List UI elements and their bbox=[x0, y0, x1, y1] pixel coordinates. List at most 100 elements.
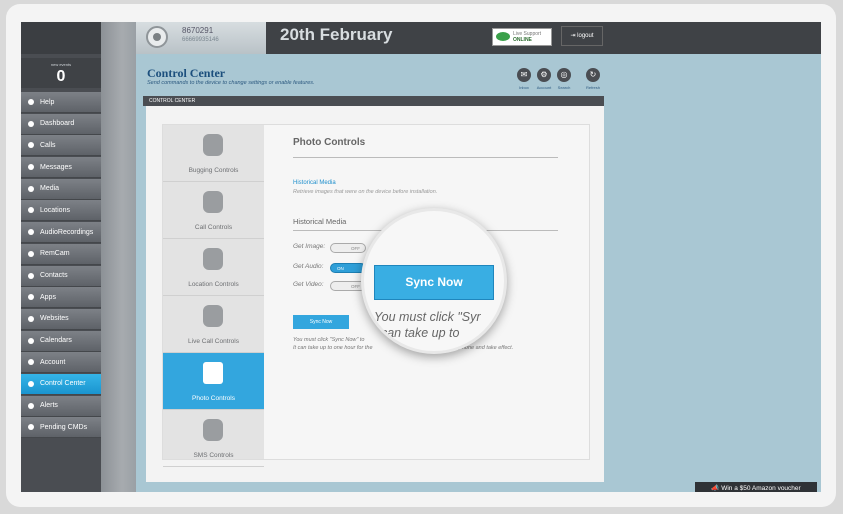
get-audio-label: Get Audio: bbox=[293, 263, 324, 270]
sidebar-gutter bbox=[101, 22, 136, 492]
sidebar-item-label: Locations bbox=[40, 206, 70, 214]
tab-bugging-controls[interactable]: Bugging Controls bbox=[163, 125, 264, 182]
rocket-icon bbox=[28, 120, 34, 127]
inbox-icon[interactable]: ✉ bbox=[517, 68, 531, 82]
sidebar-item-remcam[interactable]: RemCam bbox=[21, 243, 101, 265]
get-image-toggle[interactable]: OFF bbox=[330, 243, 366, 253]
tab-label: Bugging Controls bbox=[188, 167, 239, 174]
device-id-box: 8670291 66669935146 bbox=[136, 22, 266, 54]
voucher-text: Win a $50 Amazon voucher bbox=[721, 485, 801, 492]
events-counter[interactable]: new events 0 bbox=[21, 58, 101, 88]
sidebar-item-label: Control Center bbox=[40, 380, 86, 388]
events-label: new events bbox=[50, 62, 72, 67]
page-title: Control Center bbox=[147, 66, 226, 80]
panel-heading: Photo Controls bbox=[293, 137, 366, 148]
current-date: 20th February bbox=[280, 25, 393, 44]
map-pin-icon bbox=[28, 207, 34, 214]
events-count: 0 bbox=[56, 68, 66, 85]
sidebar-item-help[interactable]: Help bbox=[21, 92, 101, 113]
historical-media-heading: Historical Media bbox=[293, 217, 347, 226]
get-image-label: Get Image: bbox=[293, 243, 326, 250]
device-id: 8670291 bbox=[182, 26, 214, 35]
sidebar-nav: Help Dashboard Calls Messages Media Loca… bbox=[21, 92, 101, 439]
tab-label: Call Controls bbox=[194, 224, 233, 231]
divider bbox=[293, 157, 558, 158]
sidebar-item-contacts[interactable]: Contacts bbox=[21, 265, 101, 287]
magnified-note: You must click "Syr t can take up to bbox=[374, 309, 504, 341]
sidebar-item-label: Account bbox=[40, 358, 66, 366]
magnified-note-line1: You must click "Syr bbox=[374, 310, 481, 324]
sidebar-item-label: Websites bbox=[40, 315, 69, 323]
sync-note-line2: It can take up to one hour for the bbox=[293, 345, 373, 351]
search-icon[interactable]: ◎ bbox=[557, 68, 571, 82]
sidebar-item-label: Contacts bbox=[40, 272, 68, 279]
get-video-label: Get Video: bbox=[293, 281, 324, 288]
sidebar-item-label: Calendars bbox=[40, 337, 72, 345]
sidebar-item-account[interactable]: Account bbox=[21, 352, 101, 374]
control-tabs: Bugging Controls Call Controls Location … bbox=[163, 125, 264, 467]
sidebar-item-audiorecordings[interactable]: AudioRecordings bbox=[21, 222, 101, 244]
sidebar-item-apps[interactable]: Apps bbox=[21, 287, 101, 309]
historical-media-link[interactable]: Historical Media bbox=[293, 180, 336, 186]
help-icon bbox=[28, 99, 34, 105]
media-icon bbox=[28, 185, 34, 192]
user-icon bbox=[28, 359, 34, 366]
tab-sms-controls[interactable]: SMS Controls bbox=[163, 410, 264, 467]
gear-icon bbox=[28, 294, 34, 301]
sidebar-top bbox=[21, 22, 101, 54]
live-support-status: ONLINE bbox=[513, 37, 532, 43]
tab-label: Photo Controls bbox=[192, 395, 235, 402]
sidebar-item-label: Calls bbox=[40, 141, 56, 149]
sync-now-magnified-button[interactable]: Sync Now bbox=[374, 265, 494, 300]
device-sub-id: 66669935146 bbox=[182, 37, 219, 43]
voucher-banner[interactable]: 📣 Win a $50 Amazon voucher bbox=[695, 482, 817, 492]
logout-label: logout bbox=[577, 33, 594, 39]
camera-icon bbox=[28, 250, 34, 257]
refresh-icon[interactable]: ↻ bbox=[586, 68, 600, 82]
megaphone-icon: 📣 bbox=[711, 485, 722, 492]
sidebar-item-messages[interactable]: Messages bbox=[21, 157, 101, 179]
pending-icon bbox=[28, 424, 34, 431]
live-support-button[interactable]: Live Support ONLINE bbox=[492, 28, 552, 46]
toolbar-label-search: Search bbox=[557, 85, 571, 90]
app-screen: new events 0 Help Dashboard Calls Messag… bbox=[21, 22, 821, 492]
sidebar-item-pending-cmds[interactable]: Pending CMDs bbox=[21, 417, 101, 439]
sidebar-item-locations[interactable]: Locations bbox=[21, 200, 101, 222]
page-subtitle: Send commands to the device to change se… bbox=[147, 80, 315, 86]
logout-button[interactable]: ⇥ logout bbox=[561, 26, 603, 46]
sidebar-item-websites[interactable]: Websites bbox=[21, 308, 101, 330]
sidebar-item-label: Pending CMDs bbox=[40, 423, 88, 431]
avatar[interactable] bbox=[146, 26, 168, 48]
magnifier-overlay: Sync Now You must click "Syr t can take … bbox=[361, 208, 507, 354]
phone-icon bbox=[28, 142, 34, 149]
sidebar-item-label: Media bbox=[40, 185, 60, 193]
sidebar-item-label: RemCam bbox=[40, 250, 70, 258]
tab-location-controls[interactable]: Location Controls bbox=[163, 239, 264, 296]
sync-now-button[interactable]: Sync Now bbox=[293, 315, 349, 329]
camera-icon bbox=[203, 362, 223, 384]
message-icon bbox=[28, 164, 34, 171]
sidebar-item-alerts[interactable]: Alerts bbox=[21, 395, 101, 417]
tab-label: SMS Controls bbox=[193, 452, 234, 459]
sidebar-item-dashboard[interactable]: Dashboard bbox=[21, 113, 101, 135]
tab-label: Live Call Controls bbox=[188, 338, 239, 345]
sidebar-item-calls[interactable]: Calls bbox=[21, 135, 101, 157]
sidebar-item-label: Help bbox=[40, 98, 55, 106]
gear-icon[interactable]: ⚙ bbox=[537, 68, 551, 82]
sidebar-item-calendars[interactable]: Calendars bbox=[21, 330, 101, 352]
speech-bubble-icon bbox=[203, 419, 223, 441]
link-icon bbox=[28, 315, 34, 322]
sidebar-item-label: Apps bbox=[40, 293, 56, 301]
tab-call-controls[interactable]: Call Controls bbox=[163, 182, 264, 239]
tab-live-call-controls[interactable]: Live Call Controls bbox=[163, 296, 264, 353]
microphone-icon bbox=[203, 134, 223, 156]
sidebar-item-media[interactable]: Media bbox=[21, 178, 101, 200]
tab-photo-controls[interactable]: Photo Controls bbox=[163, 353, 264, 410]
sidebar-item-label: Messages bbox=[40, 163, 72, 171]
toolbar-label-refresh: Refresh bbox=[585, 85, 600, 90]
record-icon bbox=[28, 229, 34, 236]
signal-icon bbox=[28, 402, 34, 409]
top-header: 8670291 66669935146 20th February Live S… bbox=[136, 22, 821, 54]
sync-note-line1: You must click "Sync Now" to bbox=[293, 337, 365, 343]
sidebar-item-control-center[interactable]: Control Center bbox=[21, 373, 101, 395]
